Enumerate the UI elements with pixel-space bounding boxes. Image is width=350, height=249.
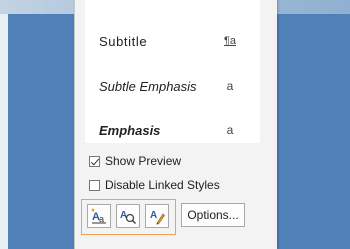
options-button[interactable]: Options... xyxy=(181,203,245,227)
new-style-icon: A a xyxy=(91,208,106,224)
character-style-icon: a xyxy=(226,79,234,93)
style-actions-group: A a A A xyxy=(81,199,176,235)
show-preview-option[interactable]: Show Preview xyxy=(89,153,181,169)
style-item-subtitle[interactable]: Subtitle ¶a xyxy=(99,30,249,52)
svg-text:A: A xyxy=(150,210,157,221)
disable-linked-styles-option[interactable]: Disable Linked Styles xyxy=(89,177,220,193)
manage-styles-button[interactable]: A xyxy=(145,204,169,228)
window-background-left xyxy=(0,14,8,249)
style-inspector-button[interactable]: A xyxy=(116,204,140,228)
disable-linked-styles-checkbox[interactable] xyxy=(89,179,100,191)
show-preview-checkbox[interactable] xyxy=(89,155,100,167)
manage-styles-icon: A xyxy=(150,210,165,225)
disable-linked-styles-label: Disable Linked Styles xyxy=(105,178,220,192)
styles-pane: Subtitle ¶a Subtle Emphasis a Emphasis a… xyxy=(74,0,277,249)
style-item-emphasis[interactable]: Emphasis a xyxy=(99,119,249,141)
style-item-subtle-emphasis[interactable]: Subtle Emphasis a xyxy=(99,75,249,97)
show-preview-label: Show Preview xyxy=(105,154,182,168)
character-style-icon: a xyxy=(226,123,234,137)
new-style-button[interactable]: A a xyxy=(87,204,111,228)
styles-list: Subtitle ¶a Subtle Emphasis a Emphasis a xyxy=(85,0,260,143)
style-inspector-icon: A xyxy=(120,210,137,225)
linked-style-icon: ¶a xyxy=(223,35,237,47)
